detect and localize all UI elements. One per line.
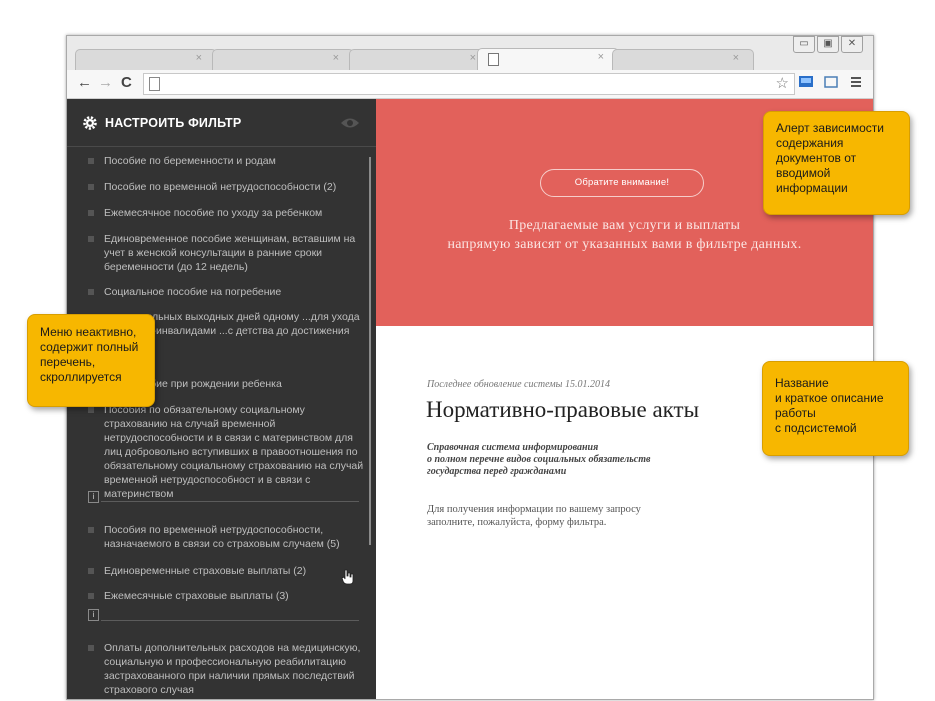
callout-line: Меню неактивно, — [40, 325, 137, 339]
page-description: Для получения информации по вашему запро… — [427, 503, 747, 529]
filter-item-label: Пособие по временной нетрудоспособности … — [104, 181, 337, 193]
tab-strip: × × × × × ▭ ▣ ✕ — [67, 36, 873, 71]
filter-item-label: Ежемесячные страховые выплаты (3) — [104, 590, 289, 602]
callout-line: информации — [776, 181, 848, 195]
address-bar[interactable]: ☆ — [143, 73, 795, 95]
filter-item-label: Оплаты дополнительных расходов на медици… — [104, 642, 361, 696]
fullscreen-icon[interactable] — [823, 75, 839, 89]
checkbox[interactable] — [88, 407, 94, 413]
attention-button[interactable]: Обратите внимание! — [540, 169, 704, 197]
tab-close-icon[interactable]: × — [733, 52, 739, 64]
screenshot-extension-icon[interactable] — [798, 75, 814, 89]
info-icon[interactable]: i — [88, 491, 99, 503]
filter-item-label: Ежемесячное пособие по уходу за ребенком — [104, 207, 323, 219]
callout-title: Название и краткое описание работы с под… — [762, 361, 909, 456]
tab-close-icon[interactable]: × — [470, 52, 476, 64]
filter-item-label: Единовременные страховые выплаты (2) — [104, 565, 307, 577]
description-line: Для получения информации по вашему запро… — [427, 504, 641, 515]
maximize-button[interactable]: ▣ — [817, 36, 839, 53]
checkbox[interactable] — [88, 158, 94, 164]
checkbox[interactable] — [88, 184, 94, 190]
checkbox[interactable] — [88, 527, 94, 533]
subtitle-line: о полном перечне видов социальных обязат… — [427, 454, 651, 465]
alert-line: Предлагаемые вам услуги и выплаты — [508, 218, 741, 233]
window-controls: ▭ ▣ ✕ — [791, 36, 863, 53]
browser-tab[interactable]: × — [75, 49, 217, 71]
description-line: заполните, пожалуйста, форму фильтра. — [427, 517, 607, 528]
callout-line: и краткое описание — [775, 391, 884, 405]
alert-text: Предлагаемые вам услуги и выплаты напрям… — [376, 216, 873, 254]
callout-alert: Алерт зависимости содержания документов … — [763, 111, 910, 215]
menu-icon[interactable] — [848, 75, 864, 89]
filter-item-label: Единовременное пособие женщинам, вставши… — [104, 233, 356, 273]
filter-item-label: Пособие по беременности и родам — [104, 155, 276, 167]
reload-button[interactable]: C — [121, 74, 132, 91]
browser-window: × × × × × ▭ ▣ ✕ ← → C ☆ НАСТРОИТЬ ФИЛЬТР… — [66, 35, 874, 700]
bookmark-star-icon[interactable]: ☆ — [776, 74, 789, 92]
eye-icon[interactable] — [340, 117, 360, 129]
gear-icon[interactable] — [82, 115, 98, 131]
filter-item-label: Социальное пособие на погребение — [104, 286, 282, 298]
info-icon[interactable]: i — [88, 609, 99, 621]
alert-line: напрямую зависят от указанных вами в фил… — [447, 237, 802, 252]
last-update-text: Последнее обновление системы 15.01.2014 — [427, 379, 610, 390]
browser-tab-active[interactable]: × — [477, 48, 619, 71]
callout-line: с подсистемой — [775, 421, 857, 435]
page-content: НАСТРОИТЬ ФИЛЬТР Пособие по беременности… — [67, 99, 873, 699]
close-window-button[interactable]: ✕ — [841, 36, 863, 53]
back-button[interactable]: ← — [77, 74, 92, 91]
checkbox[interactable] — [88, 568, 94, 574]
checkbox[interactable] — [88, 210, 94, 216]
page-icon — [149, 77, 160, 91]
checkbox[interactable] — [88, 645, 94, 651]
tab-close-icon[interactable]: × — [598, 51, 604, 63]
sidebar-header: НАСТРОИТЬ ФИЛЬТР — [67, 99, 376, 147]
checkbox[interactable] — [88, 289, 94, 295]
browser-tab[interactable]: × — [212, 49, 354, 71]
callout-line: содержания — [776, 136, 844, 150]
divider — [101, 620, 359, 621]
browser-tab[interactable]: × — [349, 49, 491, 71]
callout-line: перечень, — [40, 355, 96, 369]
tab-close-icon[interactable]: × — [333, 52, 339, 64]
subtitle-line: государства перед гражданами — [427, 466, 567, 477]
callout-menu: Меню неактивно, содержит полный перечень… — [27, 314, 155, 407]
page-title: Нормативно-правовые акты — [426, 397, 700, 422]
minimize-button[interactable]: ▭ — [793, 36, 815, 53]
callout-line: содержит полный — [40, 340, 139, 354]
callout-line: Алерт зависимости — [776, 121, 884, 135]
page-subtitle: Справочная система информирования о полн… — [427, 442, 747, 478]
filter-item-label: Пособия по обязательному социальному стр… — [104, 404, 364, 500]
subtitle-line: Справочная система информирования — [427, 442, 599, 453]
checkbox[interactable] — [88, 593, 94, 599]
divider — [101, 501, 359, 502]
sidebar-title: НАСТРОИТЬ ФИЛЬТР — [105, 116, 242, 130]
page-icon — [488, 53, 499, 66]
callout-line: документов от — [776, 151, 857, 165]
tab-close-icon[interactable]: × — [196, 52, 202, 64]
callout-line: вводимой — [776, 166, 831, 180]
filter-item-label: Пособия по временной нетрудоспособности,… — [104, 524, 340, 550]
sidebar-scrollbar[interactable] — [369, 157, 371, 545]
browser-tab[interactable]: × — [612, 49, 754, 71]
checkbox[interactable] — [88, 236, 94, 242]
forward-button[interactable]: → — [98, 74, 113, 91]
hand-cursor-icon — [341, 569, 354, 585]
callout-line: скроллируется — [40, 370, 122, 384]
callout-line: работы — [775, 406, 816, 420]
browser-toolbar: ← → C ☆ — [67, 70, 873, 99]
callout-line: Название — [775, 376, 829, 390]
